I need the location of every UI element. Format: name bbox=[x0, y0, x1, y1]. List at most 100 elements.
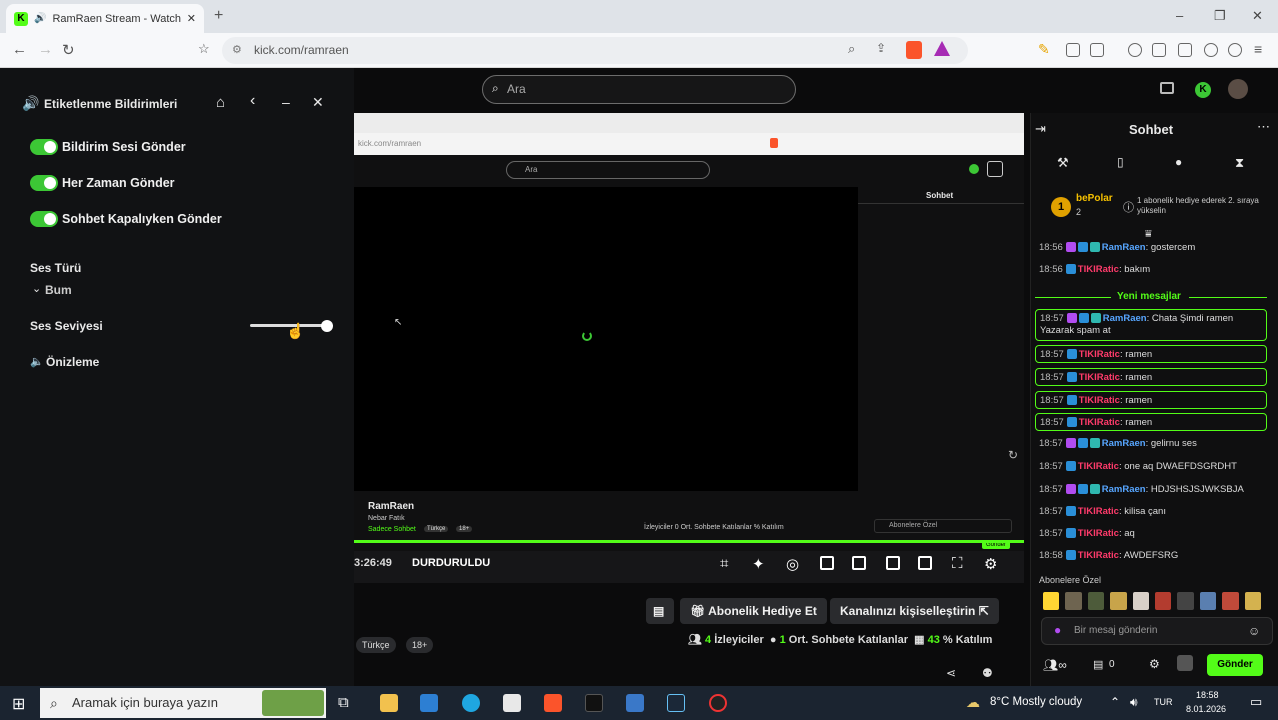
close-window-button[interactable]: ✕ bbox=[1252, 8, 1263, 24]
chat-message[interactable]: 18:57 TIKIRatic: ramen bbox=[1035, 368, 1267, 386]
marker-icon[interactable] bbox=[820, 556, 834, 570]
file-explorer-icon[interactable] bbox=[380, 694, 398, 712]
message-username[interactable]: TIKIRatic bbox=[1079, 372, 1120, 383]
home-icon[interactable]: ⌂ bbox=[216, 94, 225, 111]
brave-icon[interactable] bbox=[544, 694, 562, 712]
collapse-chat-icon[interactable]: ⇥ bbox=[1035, 121, 1046, 137]
store-icon[interactable] bbox=[503, 694, 521, 712]
volume-slider-thumb[interactable] bbox=[321, 320, 333, 332]
settings-gear-icon[interactable]: ⚙ bbox=[984, 555, 997, 573]
send-button[interactable]: Gönder bbox=[1207, 654, 1263, 676]
browser-tab[interactable]: K 🔊 RamRaen Stream - Watch Liv ✕ bbox=[6, 4, 204, 33]
emote[interactable] bbox=[1177, 592, 1194, 610]
chest-icon[interactable]: ▤ bbox=[1093, 658, 1103, 671]
emote[interactable] bbox=[1155, 592, 1172, 610]
target-icon[interactable]: ◎ bbox=[786, 555, 799, 573]
message-username[interactable]: TIKIRatic bbox=[1079, 349, 1120, 360]
bookmark-icon[interactable]: ☆ bbox=[198, 41, 210, 57]
brave-shield-icon[interactable] bbox=[906, 41, 922, 59]
obs-icon[interactable] bbox=[709, 694, 727, 712]
emote[interactable] bbox=[1244, 592, 1262, 610]
volume-tray-icon[interactable]: 🔊︎ bbox=[1130, 695, 1138, 710]
sparkle-icon[interactable]: ✦ bbox=[752, 555, 765, 573]
message-username[interactable]: RamRaen bbox=[1102, 242, 1146, 253]
chat-popout-button[interactable]: ▤ bbox=[646, 598, 674, 624]
steam-icon[interactable] bbox=[667, 694, 685, 712]
site-info-icon[interactable]: ⚙ bbox=[232, 37, 242, 64]
message-username[interactable]: TIKIRatic bbox=[1078, 264, 1119, 275]
chevron-down-icon[interactable]: ⌄ bbox=[32, 282, 41, 295]
chat-message[interactable]: 18:57 TIKIRatic: ramen bbox=[1035, 345, 1267, 363]
more-options-icon[interactable]: ⋯ bbox=[1257, 119, 1270, 135]
zoom-icon[interactable]: ⌕ bbox=[848, 41, 855, 57]
leader-name[interactable]: bePolar bbox=[1076, 193, 1113, 204]
toggle-always-send[interactable] bbox=[30, 175, 58, 191]
chat-bubble-icon[interactable]: ● bbox=[1175, 155, 1182, 169]
message-username[interactable]: TIKIRatic bbox=[1079, 395, 1120, 406]
tray-chevron-icon[interactable]: ⌃ bbox=[1110, 695, 1120, 709]
theater-icon[interactable] bbox=[918, 556, 932, 570]
toggle-send-sound[interactable] bbox=[30, 139, 58, 155]
wallet2-icon[interactable] bbox=[1178, 43, 1192, 57]
clip-icon[interactable] bbox=[886, 556, 900, 570]
menu-icon[interactable]: ≡ bbox=[1254, 41, 1262, 57]
split-view-icon[interactable] bbox=[1152, 43, 1166, 57]
close-tab-icon[interactable]: ✕ bbox=[187, 12, 196, 25]
search-input[interactable]: ⌕ Ara bbox=[482, 75, 796, 104]
mail-icon[interactable] bbox=[420, 694, 438, 712]
emote[interactable] bbox=[1199, 592, 1217, 610]
back-icon[interactable]: ← bbox=[12, 41, 27, 58]
back-chevron-icon[interactable]: ‹ bbox=[250, 92, 255, 110]
fullscreen-icon[interactable]: ⛶ bbox=[952, 555, 963, 572]
chat-message[interactable]: 18:57 TIKIRatic: ramen bbox=[1035, 391, 1267, 409]
edge-icon[interactable] bbox=[462, 694, 480, 712]
vpn-icon[interactable] bbox=[1128, 43, 1142, 57]
tag-language[interactable]: Türkçe bbox=[356, 637, 396, 653]
chat-message[interactable]: 18:57 RamRaen: gelirnu ses bbox=[1035, 435, 1267, 453]
message-username[interactable]: RamRaen bbox=[1102, 484, 1146, 495]
share-icon[interactable]: ⋖ bbox=[946, 666, 956, 680]
preview-button[interactable]: Önizleme bbox=[46, 355, 99, 369]
new-tab-button[interactable]: + bbox=[214, 7, 223, 25]
minimize-panel-icon[interactable]: – bbox=[282, 94, 290, 110]
wallet-icon[interactable]: ✎ bbox=[1038, 41, 1050, 58]
close-panel-icon[interactable]: ✕ bbox=[312, 94, 324, 111]
language-indicator[interactable]: TUR bbox=[1154, 697, 1173, 707]
avatar[interactable] bbox=[1228, 79, 1248, 99]
notification-center-icon[interactable]: ▭ bbox=[1250, 694, 1262, 710]
chat-message[interactable]: 18:57 TIKIRatic: aq bbox=[1035, 525, 1267, 543]
chat-message[interactable]: 18:57 TIKIRatic: kilisa çanı bbox=[1035, 503, 1267, 521]
toggle-send-chat-closed[interactable] bbox=[30, 211, 58, 227]
mod-hammer-icon[interactable]: ⚒ bbox=[1057, 155, 1069, 171]
emoji-icon[interactable]: ☺ bbox=[1248, 618, 1260, 644]
message-username[interactable]: RamRaen bbox=[1103, 313, 1147, 324]
emote[interactable] bbox=[1110, 592, 1127, 610]
message-username[interactable]: RamRaen bbox=[1102, 438, 1146, 449]
kick-logo-icon[interactable]: K bbox=[1195, 82, 1211, 98]
settings-gear-icon[interactable]: ⚙ bbox=[1149, 657, 1160, 671]
chat-message[interactable]: 18:57 RamRaen: Chata Şimdi ramen Yazarak … bbox=[1035, 309, 1267, 341]
message-username[interactable]: TIKIRatic bbox=[1078, 528, 1119, 539]
chat-message[interactable]: 18:56 RamRaen: gostercem bbox=[1035, 239, 1267, 257]
brave-rewards-icon[interactable] bbox=[934, 41, 950, 56]
customize-channel-button[interactable]: Kanalınızı kişiselleştirin ⇱ bbox=[830, 598, 999, 624]
address-field[interactable]: ⚙ kick.com/ramraen bbox=[222, 37, 968, 64]
gift-subscription-button[interactable]: 🎁︎ Abonelik Hediye Et bbox=[680, 598, 827, 624]
clock-date[interactable]: 8.01.2026 bbox=[1186, 704, 1226, 714]
emote[interactable] bbox=[1222, 592, 1239, 610]
chat-message[interactable]: 18:57 TIKIRatic: one aq DWAEFDSGRDHT bbox=[1035, 458, 1267, 476]
profile-icon[interactable] bbox=[1228, 43, 1242, 57]
hourglass-icon[interactable]: ⧗ bbox=[1235, 155, 1244, 171]
emote[interactable] bbox=[1043, 592, 1060, 610]
sidebar-icon[interactable] bbox=[1090, 43, 1104, 57]
emote-picker-icon[interactable] bbox=[1177, 655, 1193, 671]
emote[interactable] bbox=[1132, 592, 1150, 610]
pip-icon[interactable] bbox=[852, 556, 866, 570]
forward-icon[interactable]: → bbox=[38, 41, 53, 58]
extension-icon[interactable] bbox=[1066, 43, 1080, 57]
emote[interactable] bbox=[1087, 592, 1105, 610]
message-username[interactable]: TIKIRatic bbox=[1078, 461, 1119, 472]
chat-message[interactable]: 18:57 RamRaen: HDJSHSJSJWKSBJA bbox=[1035, 481, 1267, 499]
chat-message[interactable]: 18:58 TIKIRatic: AWDEFSRG bbox=[1035, 547, 1267, 565]
crop-icon[interactable]: ⌗ bbox=[720, 555, 728, 572]
